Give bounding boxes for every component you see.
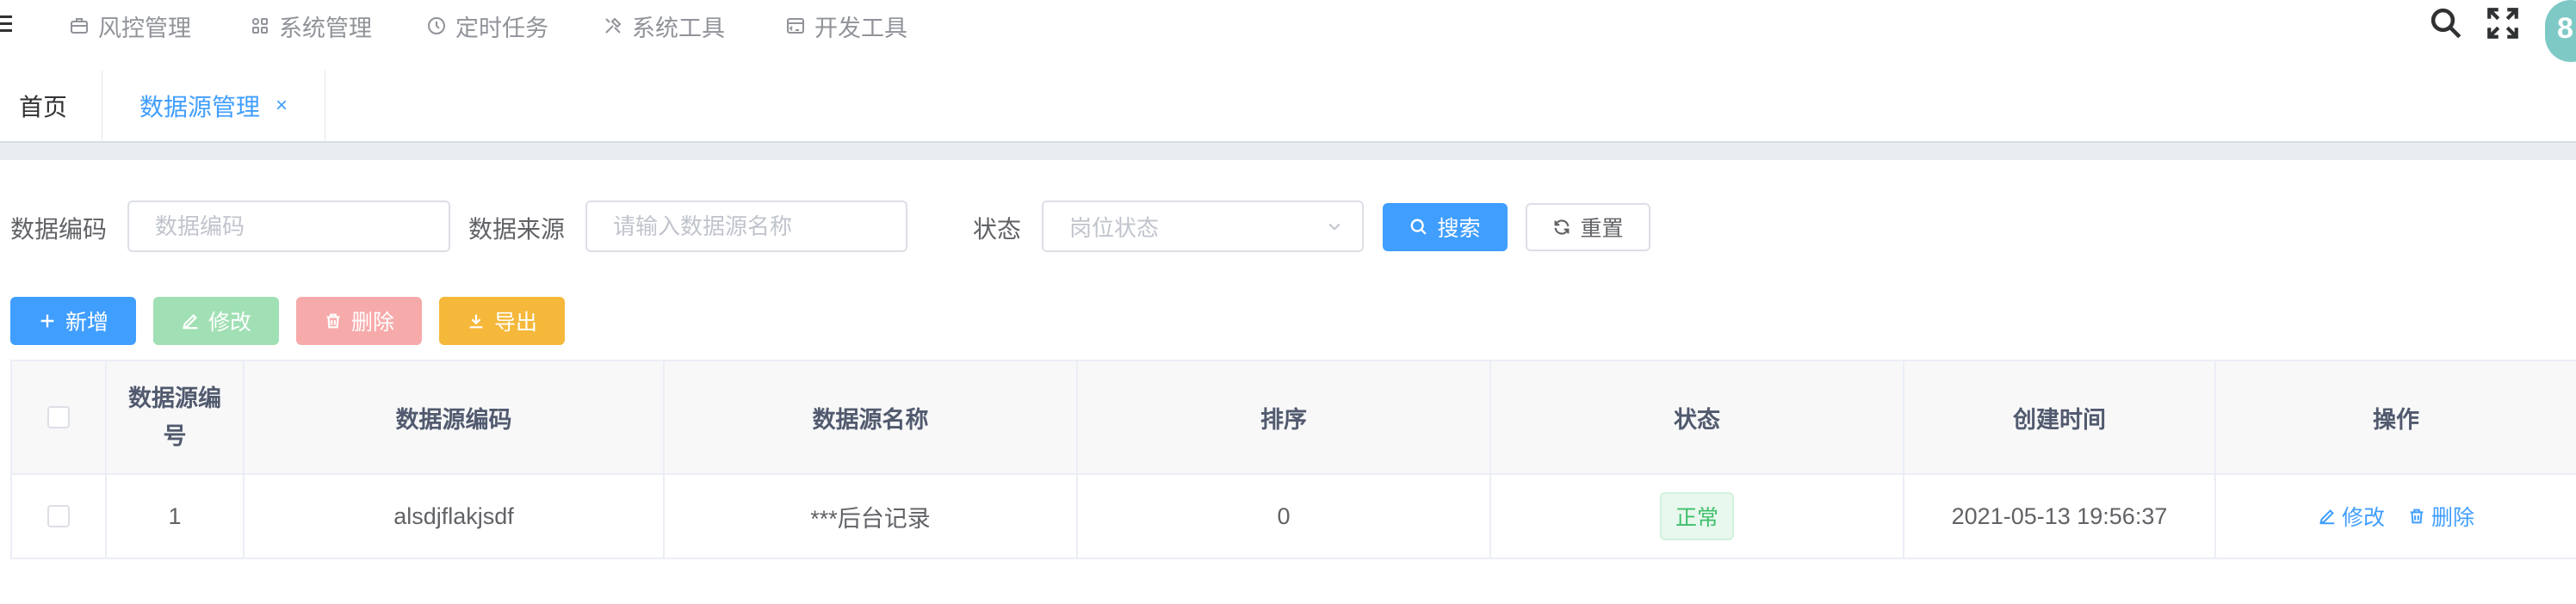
cell-code: alsdjflakjsdf: [243, 475, 663, 558]
refresh-icon: [1555, 219, 1570, 235]
edit-icon: [183, 314, 198, 330]
status-select-placeholder: 岗位状态: [1069, 214, 1160, 241]
fullscreen-icon[interactable]: [2485, 5, 2521, 41]
source-label: 数据来源: [468, 216, 566, 243]
reset-button-label: 重置: [1580, 217, 1624, 241]
status-badge: 正常: [1659, 492, 1734, 540]
table-header-row: 数据源编 号 数据源编码 数据源名称 排序 状态 创建时间 操作: [10, 360, 2576, 475]
nav-item-label: 系统管理: [279, 15, 372, 41]
code-label: 数据编码: [10, 216, 108, 243]
divider: [0, 142, 2576, 160]
header-name: 数据源名称: [663, 361, 1076, 473]
datasource-table: 数据源编 号 数据源编码 数据源名称 排序 状态 创建时间 操作 1 alsdj…: [10, 360, 2576, 559]
code-input[interactable]: [127, 200, 450, 252]
header-status: 状态: [1489, 361, 1903, 473]
nav-item-label: 风控管理: [98, 15, 191, 41]
header-actions: 操作: [2214, 361, 2576, 473]
cell-actions: 修改 删除: [2214, 475, 2576, 558]
nav-item-scheduled-tasks[interactable]: 定时任务: [426, 9, 548, 43]
edit-button-label: 修改: [207, 311, 251, 335]
briefcase-icon: [71, 18, 88, 34]
export-button[interactable]: 导出: [439, 297, 565, 345]
status-label: 状态: [973, 216, 1022, 243]
status-select[interactable]: 岗位状态: [1042, 200, 1364, 252]
download-icon: [469, 314, 483, 329]
trash-icon: [326, 313, 340, 329]
table-row: 1 alsdjflakjsdf ***后台记录 0 正常 2021-05-13 …: [10, 475, 2576, 559]
cell-created: 2021-05-13 19:56:37: [1903, 475, 2214, 558]
header-created: 创建时间: [1903, 361, 2214, 473]
row-delete-link[interactable]: 删除: [2407, 501, 2474, 532]
edit-button[interactable]: 修改: [153, 297, 279, 345]
top-navbar: 风控管理 系统管理 定时任务 系统工具 开发工具 8: [0, 0, 2576, 71]
nav-item-system-management[interactable]: 系统管理: [250, 9, 372, 43]
add-button[interactable]: 新增: [10, 297, 136, 345]
tab-label: 首页: [19, 94, 68, 120]
row-edit-label: 修改: [2341, 506, 2385, 530]
reset-button[interactable]: 重置: [1526, 203, 1650, 251]
delete-button[interactable]: 删除: [296, 297, 422, 345]
avatar-initial: 8: [2557, 12, 2573, 45]
nav-item-label: 系统工具: [632, 15, 725, 41]
grid-icon: [252, 18, 268, 34]
nav-item-label: 定时任务: [455, 15, 548, 41]
header-id: 数据源编 号: [105, 361, 243, 473]
row-select-cell: [10, 475, 105, 558]
trash-icon: [2410, 508, 2424, 524]
export-button-label: 导出: [493, 311, 537, 335]
cell-sort: 0: [1076, 475, 1489, 558]
row-delete-label: 删除: [2431, 506, 2475, 530]
hamburger-icon[interactable]: [0, 12, 14, 36]
tab-datasource-management[interactable]: 数据源管理 ×: [102, 71, 325, 141]
close-icon[interactable]: ×: [276, 94, 288, 118]
avatar[interactable]: 8: [2545, 0, 2576, 62]
chevron-down-icon: [1328, 223, 1341, 231]
header-sort: 排序: [1076, 361, 1489, 473]
header-select-all-cell: [10, 361, 105, 473]
tab-home[interactable]: 首页: [19, 71, 67, 141]
search-icon[interactable]: [2428, 5, 2464, 41]
cell-status: 正常: [1489, 475, 1903, 558]
cell-name: ***后台记录: [663, 475, 1076, 558]
delete-button-label: 删除: [350, 311, 394, 335]
select-all-checkbox[interactable]: [47, 406, 70, 428]
search-button-label: 搜索: [1437, 217, 1481, 241]
nav-item-risk-control[interactable]: 风控管理: [69, 9, 191, 43]
code-window-icon: [787, 18, 804, 34]
header-code: 数据源编码: [243, 361, 663, 473]
edit-icon: [2319, 509, 2335, 525]
search-button[interactable]: 搜索: [1383, 203, 1508, 251]
clock-icon: [428, 17, 445, 34]
nav-item-system-tools[interactable]: 系统工具: [603, 9, 725, 43]
tab-label: 数据源管理: [139, 94, 260, 120]
tools-icon: [605, 17, 622, 34]
cell-id: 1: [105, 475, 243, 558]
add-button-label: 新增: [65, 311, 108, 335]
plus-icon: [40, 314, 54, 328]
nav-item-dev-tools[interactable]: 开发工具: [785, 9, 907, 43]
row-edit-link[interactable]: 修改: [2318, 501, 2385, 532]
search-icon: [1411, 219, 1427, 235]
nav-item-label: 开发工具: [814, 15, 907, 41]
row-checkbox[interactable]: [47, 505, 70, 527]
source-input[interactable]: [585, 200, 907, 252]
tags-view: 首页 数据源管理 ×: [0, 71, 2576, 142]
